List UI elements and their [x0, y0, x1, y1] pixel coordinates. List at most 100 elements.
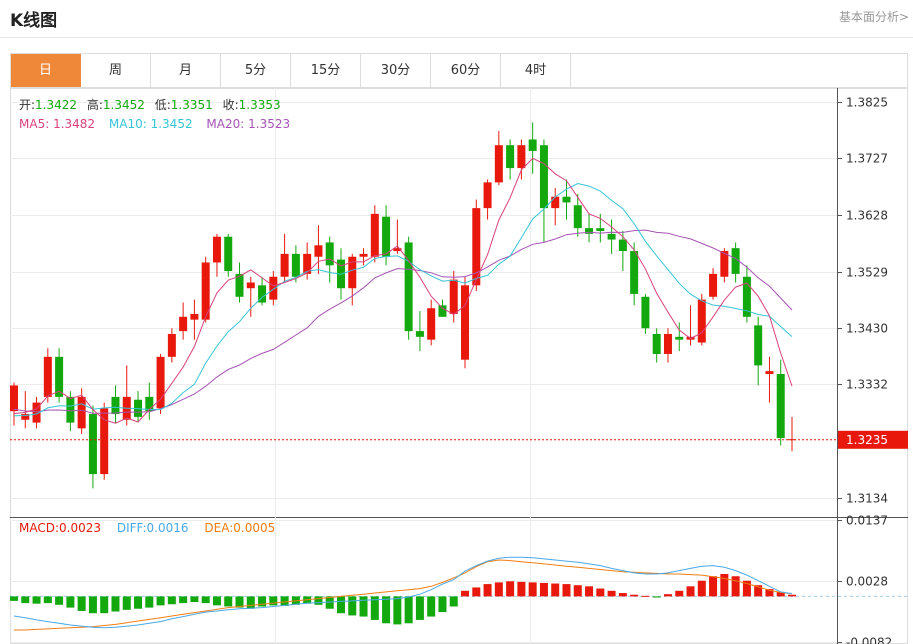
- macd-bar: [314, 596, 323, 605]
- candle: [258, 276, 267, 306]
- macd-bar: [359, 596, 368, 617]
- macd-bar: [224, 596, 233, 607]
- price-tick-label: 1.3628: [846, 209, 888, 223]
- candle: [100, 402, 109, 480]
- candle: [754, 316, 763, 386]
- fundamental-analysis-link[interactable]: 基本面分析>: [839, 8, 909, 25]
- macd-bar: [709, 576, 718, 597]
- header-divider: [0, 37, 913, 38]
- tab-week[interactable]: 周: [81, 54, 151, 87]
- tab-day[interactable]: 日: [11, 54, 81, 87]
- candle: [675, 322, 684, 352]
- candle-body: [382, 216, 391, 257]
- price-tick-label: 1.3430: [846, 322, 888, 336]
- macd-bar: [145, 596, 154, 608]
- macd-bar: [539, 582, 548, 597]
- candle-body: [596, 228, 605, 231]
- candle: [483, 179, 492, 220]
- candle: [415, 311, 424, 352]
- candle-body: [506, 145, 515, 169]
- candle-body: [167, 333, 176, 357]
- macd-bar: [246, 596, 255, 609]
- macd-bar: [21, 596, 30, 604]
- candle-body: [607, 233, 616, 240]
- candle: [88, 405, 97, 489]
- macd-tick-label: 0.0028: [846, 575, 888, 589]
- kline-chart[interactable]: 1.3235 1.3825 1.3727 1.3628 1.3529 1.3430 1.3…: [0, 88, 913, 644]
- candle: [461, 276, 470, 369]
- macd-bar: [528, 582, 537, 597]
- candle: [55, 348, 64, 403]
- candle: [517, 139, 526, 180]
- macd-bar: [461, 590, 470, 597]
- macd-tick-label: -0.0082: [846, 636, 892, 644]
- candle-body: [697, 299, 706, 343]
- tab-15min[interactable]: 15分: [291, 54, 361, 87]
- macd-bar: [88, 596, 97, 614]
- tab-month[interactable]: 月: [151, 54, 221, 87]
- candle: [145, 382, 154, 420]
- candle-body: [246, 282, 255, 289]
- tab-60min[interactable]: 60分: [431, 54, 501, 87]
- macd-bar: [212, 596, 221, 606]
- macd-tick-label: 0.0137: [846, 514, 888, 528]
- candle-body: [765, 371, 774, 374]
- macd-bar: [630, 594, 639, 597]
- candle-body: [709, 273, 718, 297]
- macd-bar: [618, 593, 627, 597]
- macd-bar: [179, 596, 188, 604]
- period-tabs: 日 周 月 5分 15分 30分 60分 4时: [10, 53, 908, 88]
- candle-body: [100, 408, 109, 475]
- candle: [269, 271, 278, 306]
- macd-bar: [641, 595, 650, 597]
- candle-body: [224, 236, 233, 272]
- macd-bar: [134, 596, 143, 609]
- candle-body: [370, 213, 379, 257]
- ma5-line: [13, 157, 793, 424]
- macd-bar: [393, 596, 402, 625]
- macd-bar: [348, 596, 357, 616]
- macd-bar: [190, 596, 199, 602]
- candle: [224, 233, 233, 277]
- candle: [190, 299, 199, 340]
- candle: [765, 356, 774, 403]
- macd-bar: [156, 596, 165, 606]
- candle-body: [66, 396, 75, 423]
- current-price-label: 1.3235: [846, 433, 888, 447]
- candle-body: [88, 414, 97, 475]
- candle: [630, 242, 639, 306]
- ma20-line: [13, 229, 793, 414]
- price-tick-label: 1.3529: [846, 266, 888, 280]
- candle-body: [77, 396, 86, 429]
- tab-5min[interactable]: 5分: [221, 54, 291, 87]
- macd-bar: [55, 596, 64, 605]
- candle: [494, 130, 503, 186]
- macd-bar: [697, 580, 706, 597]
- candle-body: [573, 205, 582, 229]
- candle-body: [359, 253, 368, 257]
- macd-bar: [585, 586, 594, 597]
- tab-30min[interactable]: 30分: [361, 54, 431, 87]
- price-tick-label: 1.3134: [846, 492, 888, 506]
- candle: [551, 188, 560, 226]
- candle: [585, 213, 594, 243]
- macd-bar: [201, 596, 210, 604]
- candle-body: [517, 145, 526, 169]
- candle: [179, 302, 188, 340]
- tab-4hour[interactable]: 4时: [501, 54, 571, 87]
- candle-body: [291, 253, 300, 277]
- price-tick-label: 1.3332: [846, 378, 888, 392]
- macd-bar: [573, 585, 582, 597]
- candle-body: [190, 313, 199, 320]
- macd-bar: [269, 596, 278, 606]
- candle: [280, 233, 289, 283]
- candle-body: [776, 374, 785, 439]
- candle-body: [562, 196, 571, 203]
- candle: [652, 328, 661, 363]
- grid-lines: [10, 88, 837, 644]
- candle-body: [404, 242, 413, 332]
- candle-body: [43, 356, 52, 397]
- macd-bar: [280, 596, 289, 606]
- candle-body: [212, 236, 221, 263]
- macd-bar: [472, 587, 481, 597]
